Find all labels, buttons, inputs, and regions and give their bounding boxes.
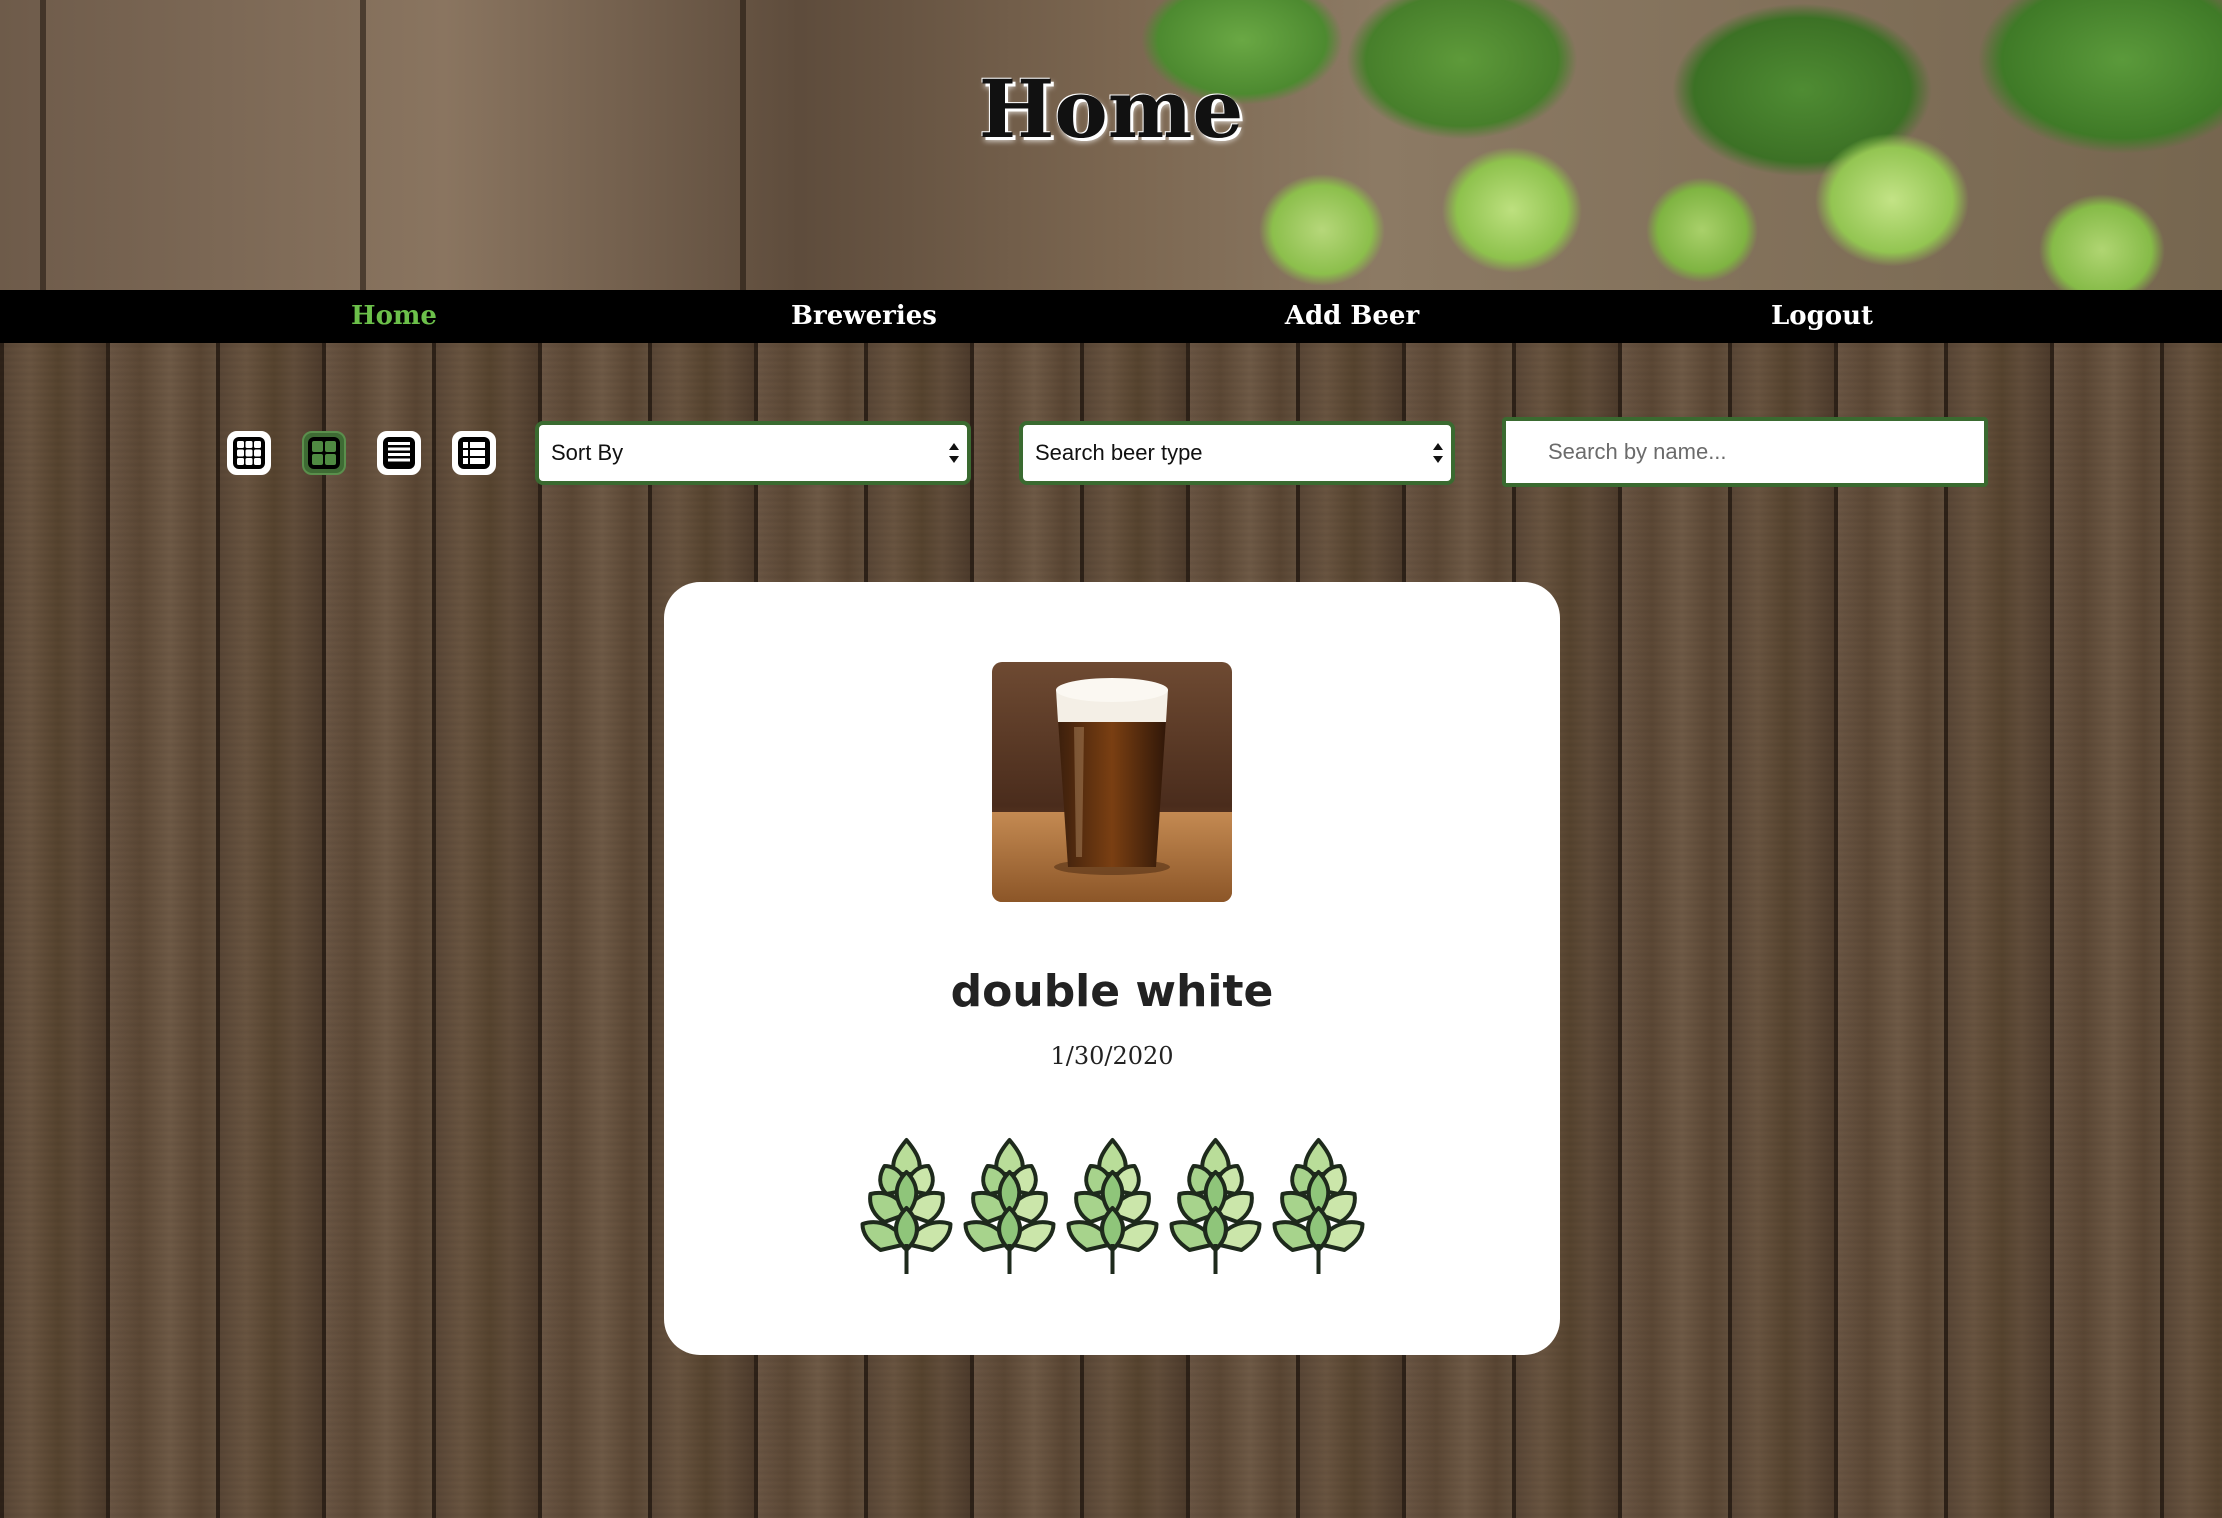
nav-logout[interactable]: Logout xyxy=(1672,290,1972,343)
page-title: Home xyxy=(978,62,1244,156)
beer-type-select[interactable]: Search beer type xyxy=(1019,421,1455,485)
beer-date: 1/30/2020 xyxy=(1050,1042,1174,1070)
view-grid-3x3-button[interactable] xyxy=(227,431,271,475)
hop-icon xyxy=(958,1132,1061,1282)
list-detail-icon xyxy=(458,437,490,469)
nav-home[interactable]: Home xyxy=(244,290,544,343)
select-arrows-icon xyxy=(949,443,959,463)
nav-breweries[interactable]: Breweries xyxy=(714,290,1014,343)
sort-select[interactable]: Sort By xyxy=(535,421,971,485)
nav-add-beer[interactable]: Add Beer xyxy=(1202,290,1502,343)
view-grid-2x2-button[interactable] xyxy=(302,431,346,475)
grid-2x2-icon xyxy=(308,437,340,469)
select-arrows-icon xyxy=(1433,443,1443,463)
hop-icon xyxy=(1164,1132,1267,1282)
hop-icon xyxy=(1061,1132,1164,1282)
grid-3x3-icon xyxy=(233,437,265,469)
main-nav: Home Breweries Add Beer Logout xyxy=(0,290,2222,343)
beer-type-select-value: Search beer type xyxy=(1035,440,1203,465)
hop-rating xyxy=(854,1132,1370,1282)
view-list-lines-button[interactable] xyxy=(377,431,421,475)
beer-name: double white xyxy=(950,966,1274,1017)
hop-icon xyxy=(1267,1132,1370,1282)
list-lines-icon xyxy=(383,437,415,469)
header-banner: Home xyxy=(0,0,2222,290)
view-list-detail-button[interactable] xyxy=(452,431,496,475)
search-placeholder: Search by name... xyxy=(1548,439,1727,464)
search-by-name-input[interactable]: Search by name... xyxy=(1502,417,1988,487)
beer-glass-image xyxy=(992,662,1232,902)
hop-icon xyxy=(855,1132,958,1282)
sort-select-value: Sort By xyxy=(551,440,624,465)
beer-card[interactable]: double white 1/30/2020 xyxy=(664,582,1560,1355)
